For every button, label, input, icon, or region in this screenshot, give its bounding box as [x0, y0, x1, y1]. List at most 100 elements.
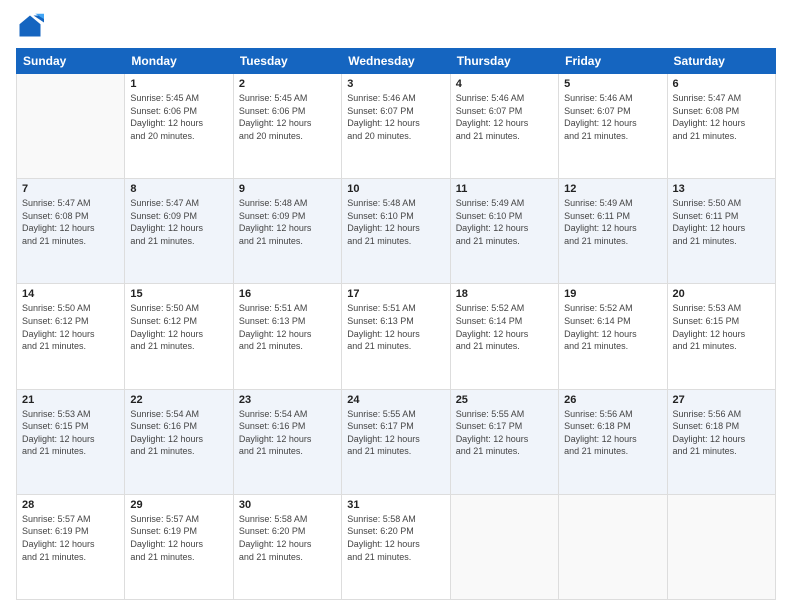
- day-number: 20: [673, 288, 770, 300]
- day-number: 2: [239, 78, 336, 90]
- day-number: 5: [564, 78, 661, 90]
- day-info: Sunrise: 5:46 AM Sunset: 6:07 PM Dayligh…: [456, 92, 553, 142]
- calendar-body: 1 Sunrise: 5:45 AM Sunset: 6:06 PM Daylig…: [17, 74, 776, 600]
- calendar-cell: 17Sunrise: 5:51 AM Sunset: 6:13 PM Dayli…: [342, 284, 450, 389]
- header: [16, 12, 776, 40]
- day-number: 6: [673, 78, 770, 90]
- logo: [16, 12, 48, 40]
- day-info: Sunrise: 5:56 AM Sunset: 6:18 PM Dayligh…: [673, 408, 770, 458]
- calendar-cell: 5 Sunrise: 5:46 AM Sunset: 6:07 PM Daylig…: [559, 74, 667, 179]
- day-number: 30: [239, 499, 336, 511]
- day-number: 16: [239, 288, 336, 300]
- day-info: Sunrise: 5:54 AM Sunset: 6:16 PM Dayligh…: [130, 408, 227, 458]
- day-number: 26: [564, 394, 661, 406]
- day-info: Sunrise: 5:52 AM Sunset: 6:14 PM Dayligh…: [456, 302, 553, 352]
- day-number: 31: [347, 499, 444, 511]
- day-header: Thursday: [450, 49, 558, 74]
- day-info: Sunrise: 5:47 AM Sunset: 6:08 PM Dayligh…: [22, 197, 119, 247]
- calendar-cell: 4 Sunrise: 5:46 AM Sunset: 6:07 PM Daylig…: [450, 74, 558, 179]
- day-info: Sunrise: 5:55 AM Sunset: 6:17 PM Dayligh…: [347, 408, 444, 458]
- day-info: Sunrise: 5:46 AM Sunset: 6:07 PM Dayligh…: [564, 92, 661, 142]
- calendar-cell: 9Sunrise: 5:48 AM Sunset: 6:09 PM Daylig…: [233, 179, 341, 284]
- calendar-cell: [559, 494, 667, 599]
- calendar-cell: 20 Sunrise: 5:53 AM Sunset: 6:15 PM Dayli…: [667, 284, 775, 389]
- calendar-cell: 31 Sunrise: 5:58 AM Sunset: 6:20 PM Dayli…: [342, 494, 450, 599]
- calendar-cell: 6 Sunrise: 5:47 AM Sunset: 6:08 PM Daylig…: [667, 74, 775, 179]
- day-info: Sunrise: 5:49 AM Sunset: 6:11 PM Dayligh…: [564, 197, 661, 247]
- day-info: Sunrise: 5:50 AM Sunset: 6:11 PM Dayligh…: [673, 197, 770, 247]
- calendar-cell: [17, 74, 125, 179]
- day-info: Sunrise: 5:47 AM Sunset: 6:08 PM Dayligh…: [673, 92, 770, 142]
- day-header: Monday: [125, 49, 233, 74]
- day-number: 4: [456, 78, 553, 90]
- calendar-cell: 8Sunrise: 5:47 AM Sunset: 6:09 PM Daylig…: [125, 179, 233, 284]
- header-row: SundayMondayTuesdayWednesdayThursdayFrid…: [17, 49, 776, 74]
- day-number: 7: [22, 183, 119, 195]
- day-number: 28: [22, 499, 119, 511]
- day-info: Sunrise: 5:48 AM Sunset: 6:09 PM Dayligh…: [239, 197, 336, 247]
- day-header: Tuesday: [233, 49, 341, 74]
- day-number: 11: [456, 183, 553, 195]
- calendar-cell: 19 Sunrise: 5:52 AM Sunset: 6:14 PM Dayli…: [559, 284, 667, 389]
- calendar-cell: 15Sunrise: 5:50 AM Sunset: 6:12 PM Dayli…: [125, 284, 233, 389]
- calendar-cell: 11Sunrise: 5:49 AM Sunset: 6:10 PM Dayli…: [450, 179, 558, 284]
- calendar-table: SundayMondayTuesdayWednesdayThursdayFrid…: [16, 48, 776, 600]
- day-info: Sunrise: 5:54 AM Sunset: 6:16 PM Dayligh…: [239, 408, 336, 458]
- day-number: 19: [564, 288, 661, 300]
- day-number: 24: [347, 394, 444, 406]
- day-number: 21: [22, 394, 119, 406]
- day-info: Sunrise: 5:46 AM Sunset: 6:07 PM Dayligh…: [347, 92, 444, 142]
- day-header: Friday: [559, 49, 667, 74]
- calendar-cell: 14Sunrise: 5:50 AM Sunset: 6:12 PM Dayli…: [17, 284, 125, 389]
- day-info: Sunrise: 5:58 AM Sunset: 6:20 PM Dayligh…: [347, 513, 444, 563]
- day-info: Sunrise: 5:57 AM Sunset: 6:19 PM Dayligh…: [22, 513, 119, 563]
- calendar-cell: 21 Sunrise: 5:53 AM Sunset: 6:15 PM Dayli…: [17, 389, 125, 494]
- calendar-cell: 7 Sunrise: 5:47 AM Sunset: 6:08 PM Daylig…: [17, 179, 125, 284]
- calendar-week-row: 1 Sunrise: 5:45 AM Sunset: 6:06 PM Daylig…: [17, 74, 776, 179]
- day-number: 13: [673, 183, 770, 195]
- day-number: 3: [347, 78, 444, 90]
- calendar-cell: 26 Sunrise: 5:56 AM Sunset: 6:18 PM Dayli…: [559, 389, 667, 494]
- day-number: 18: [456, 288, 553, 300]
- day-info: Sunrise: 5:55 AM Sunset: 6:17 PM Dayligh…: [456, 408, 553, 458]
- day-number: 25: [456, 394, 553, 406]
- day-info: Sunrise: 5:51 AM Sunset: 6:13 PM Dayligh…: [347, 302, 444, 352]
- day-info: Sunrise: 5:51 AM Sunset: 6:13 PM Dayligh…: [239, 302, 336, 352]
- calendar-cell: 30 Sunrise: 5:58 AM Sunset: 6:20 PM Dayli…: [233, 494, 341, 599]
- day-info: Sunrise: 5:52 AM Sunset: 6:14 PM Dayligh…: [564, 302, 661, 352]
- day-number: 10: [347, 183, 444, 195]
- calendar-cell: 25 Sunrise: 5:55 AM Sunset: 6:17 PM Dayli…: [450, 389, 558, 494]
- day-info: Sunrise: 5:53 AM Sunset: 6:15 PM Dayligh…: [673, 302, 770, 352]
- calendar-week-row: 7 Sunrise: 5:47 AM Sunset: 6:08 PM Daylig…: [17, 179, 776, 284]
- day-info: Sunrise: 5:56 AM Sunset: 6:18 PM Dayligh…: [564, 408, 661, 458]
- day-number: 1: [130, 78, 227, 90]
- day-number: 29: [130, 499, 227, 511]
- day-info: Sunrise: 5:53 AM Sunset: 6:15 PM Dayligh…: [22, 408, 119, 458]
- calendar-cell: 10Sunrise: 5:48 AM Sunset: 6:10 PM Dayli…: [342, 179, 450, 284]
- day-info: Sunrise: 5:50 AM Sunset: 6:12 PM Dayligh…: [130, 302, 227, 352]
- day-number: 12: [564, 183, 661, 195]
- calendar-cell: 3 Sunrise: 5:46 AM Sunset: 6:07 PM Daylig…: [342, 74, 450, 179]
- day-info: Sunrise: 5:58 AM Sunset: 6:20 PM Dayligh…: [239, 513, 336, 563]
- day-number: 22: [130, 394, 227, 406]
- day-number: 14: [22, 288, 119, 300]
- day-number: 23: [239, 394, 336, 406]
- day-header: Wednesday: [342, 49, 450, 74]
- calendar-cell: 27Sunrise: 5:56 AM Sunset: 6:18 PM Dayli…: [667, 389, 775, 494]
- logo-icon: [16, 12, 44, 40]
- calendar-cell: 28 Sunrise: 5:57 AM Sunset: 6:19 PM Dayli…: [17, 494, 125, 599]
- calendar-cell: 24 Sunrise: 5:55 AM Sunset: 6:17 PM Dayli…: [342, 389, 450, 494]
- calendar-header: SundayMondayTuesdayWednesdayThursdayFrid…: [17, 49, 776, 74]
- calendar-week-row: 21 Sunrise: 5:53 AM Sunset: 6:15 PM Dayli…: [17, 389, 776, 494]
- day-header: Saturday: [667, 49, 775, 74]
- page: SundayMondayTuesdayWednesdayThursdayFrid…: [0, 0, 792, 612]
- day-info: Sunrise: 5:57 AM Sunset: 6:19 PM Dayligh…: [130, 513, 227, 563]
- day-info: Sunrise: 5:47 AM Sunset: 6:09 PM Dayligh…: [130, 197, 227, 247]
- calendar-cell: [667, 494, 775, 599]
- calendar-cell: 12 Sunrise: 5:49 AM Sunset: 6:11 PM Dayli…: [559, 179, 667, 284]
- day-header: Sunday: [17, 49, 125, 74]
- calendar-cell: [450, 494, 558, 599]
- day-info: Sunrise: 5:45 AM Sunset: 6:06 PM Dayligh…: [239, 92, 336, 142]
- calendar-cell: 1Sunrise: 5:45 AM Sunset: 6:06 PM Daylig…: [125, 74, 233, 179]
- calendar-cell: 2 Sunrise: 5:45 AM Sunset: 6:06 PM Daylig…: [233, 74, 341, 179]
